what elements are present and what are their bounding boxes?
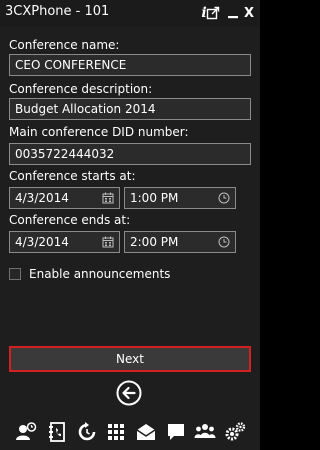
start-time-picker[interactable]: 1:00 PM [124,187,236,209]
window-title: 3CXPhone - 101 [5,4,110,19]
conference-name-input[interactable]: CEO CONFERENCE [9,54,251,76]
call-history-icon[interactable] [76,421,98,443]
enable-announcements-label: Enable announcements [29,267,171,281]
did-number-value: 0035722444032 [15,147,115,161]
start-date-value: 4/3/2014 [15,191,69,205]
enable-announcements-row[interactable]: Enable announcements [9,266,170,282]
bottom-toolbar [0,417,260,447]
conference-description-value: Budget Allocation 2014 [15,102,156,116]
starts-at-label: Conference starts at: [9,169,136,183]
conference-name-value: CEO CONFERENCE [15,58,127,72]
calendar-icon[interactable] [102,236,114,248]
did-number-label: Main conference DID number: [9,125,189,139]
conference-icon[interactable] [194,421,216,443]
clock-icon[interactable] [218,192,230,204]
minimize-icon[interactable] [226,3,240,23]
next-button[interactable]: Next [9,346,251,372]
settings-icon[interactable] [224,421,246,443]
conference-name-label: Conference name: [9,38,120,52]
popout-icon[interactable] [204,3,222,23]
back-arrow-icon[interactable] [116,380,142,406]
clock-icon[interactable] [218,236,230,248]
title-bar: 3CXPhone - 101 i X [0,0,260,26]
start-time-value: 1:00 PM [130,191,179,205]
contacts-status-icon[interactable] [15,421,37,443]
did-number-input[interactable]: 0035722444032 [9,143,251,165]
end-time-picker[interactable]: 2:00 PM [124,231,236,253]
conference-description-input[interactable]: Budget Allocation 2014 [9,98,251,120]
phonebook-icon[interactable] [46,421,68,443]
app-window: 3CXPhone - 101 i X Conference name: CEO … [0,0,260,450]
start-date-picker[interactable]: 4/3/2014 [9,187,120,209]
next-button-label: Next [116,352,144,366]
dialpad-icon[interactable] [105,421,127,443]
chat-icon[interactable] [165,421,187,443]
conference-description-label: Conference description: [9,82,153,96]
end-time-value: 2:00 PM [130,235,179,249]
calendar-icon[interactable] [102,192,114,204]
end-date-value: 4/3/2014 [15,235,69,249]
close-icon[interactable]: X [242,3,256,23]
ends-at-label: Conference ends at: [9,213,131,227]
end-date-picker[interactable]: 4/3/2014 [9,231,120,253]
voicemail-icon[interactable] [135,421,157,443]
enable-announcements-checkbox[interactable] [9,268,21,280]
